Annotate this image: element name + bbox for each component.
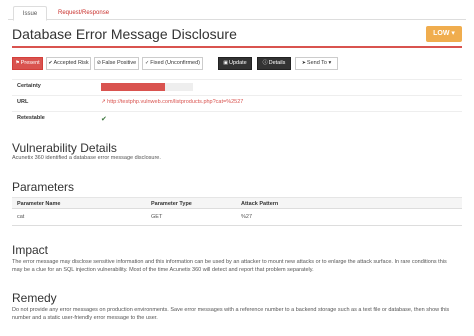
check-icon: ✓ [144,60,150,66]
severity-badge: LOW ▾ [426,26,462,42]
url-row: URL ↗ http://testphp.vulnweb.com/listpro… [12,95,462,111]
remedy-text: Do not provide any error messages on pro… [12,306,449,322]
send-to-label: Send To [306,60,327,66]
severity-label: LOW [433,30,450,37]
tab-bar: Issue Request/Response [8,4,466,21]
checkmark-icon: ✔ [101,116,107,123]
tab-request-response[interactable]: Request/Response [52,6,115,21]
external-link-icon: ↗ [101,99,106,105]
impact-text: The error message may disclose sensitive… [12,258,447,274]
impact-line-1: The error message may disclose sensitive… [12,259,447,265]
false-positive-label: False Positive [101,60,137,66]
certainty-fill [101,83,166,91]
issue-header: Database Error Message Disclosure LOW ▾ [12,24,462,48]
url-value[interactable]: ↗ http://testphp.vulnweb.com/listproduct… [101,99,243,105]
flag-icon: ⚑ [15,60,20,66]
column-header: Parameter Name [17,201,61,207]
update-button[interactable]: ▣Update [218,57,252,70]
column-header: Parameter Type [151,201,192,207]
issue-title: Database Error Message Disclosure [12,26,237,42]
certainty-bar [101,83,193,91]
table-cell: %27 [241,214,253,220]
retestable-row: Retestable ✔ [12,111,462,127]
impact-heading: Impact [12,243,49,257]
share-icon: ➤ [301,60,306,66]
remedy-line-2: number and a static user-friendly error … [12,315,158,321]
accepted-risk-label: Accepted Risk [53,60,89,66]
fixed-unconfirmed-label: Fixed (Unconfirmed) [150,60,201,66]
false-positive-button[interactable]: ⊘False Positive [94,57,139,70]
impact-line-2: may be a clue for an SQL injection vulne… [12,267,314,273]
send-to-button[interactable]: ➤Send To ▾ [295,57,338,70]
present-button[interactable]: ⚑Present [12,57,43,70]
url-label: URL [17,99,29,105]
url-link[interactable]: http://testphp.vulnweb.com/listproducts.… [107,99,243,105]
chevron-down-icon: ▾ [451,30,455,37]
accepted-risk-button[interactable]: ✔Accepted Risk [46,57,91,70]
parameters-table-header: Parameter Name Parameter Type Attack Pat… [12,197,462,209]
certainty-row: Certainty [12,79,462,95]
ban-icon: ⊘ [96,60,101,66]
update-label: Update [228,60,247,66]
save-icon: ▣ [223,60,228,66]
certainty-label: Certainty [17,83,41,89]
details-button[interactable]: ⓘDetails [257,57,291,70]
column-header: Attack Pattern [241,201,279,207]
check-circle-icon: ✔ [48,60,53,66]
remedy-line-1: Do not provide any error messages on pro… [12,307,450,313]
info-icon: ⓘ [262,60,268,66]
table-cell: cat [17,214,25,220]
retestable-label: Retestable [17,115,45,121]
caret-down-icon: ▾ [328,60,332,66]
present-label: Present [20,60,40,66]
table-row: cat GET %27 [12,210,462,226]
remedy-heading: Remedy [12,291,57,305]
table-cell: GET [151,214,163,220]
details-label: Details [268,60,286,66]
vulnerability-details-heading: Vulnerability Details [12,141,117,155]
tab-issue[interactable]: Issue [13,6,47,21]
vulnerability-details-text: Acunetix 360 identified a database error… [12,155,161,161]
parameters-heading: Parameters [12,180,75,194]
fixed-unconfirmed-button[interactable]: ✓Fixed (Unconfirmed) [142,57,203,70]
